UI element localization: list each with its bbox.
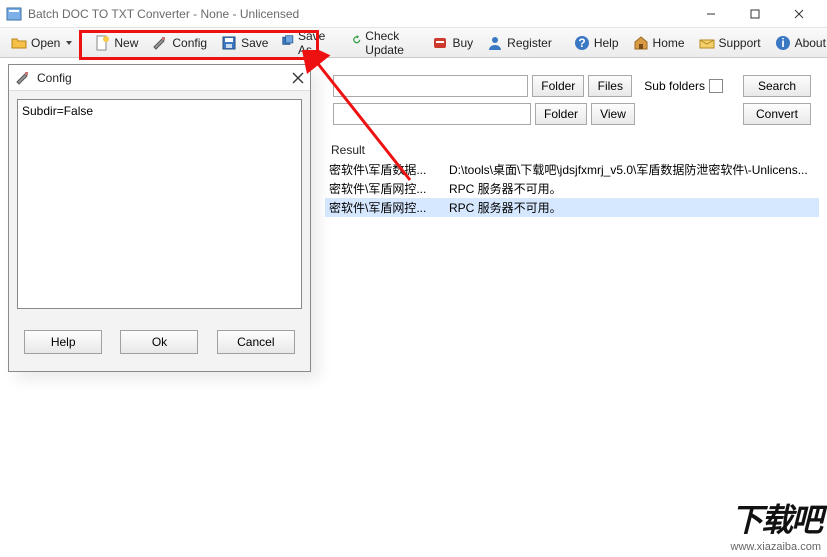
check-update-label: Check Update [365,29,410,57]
watermark: 下载吧 www.xiazaiba.com [731,495,821,553]
table-row[interactable]: 密软件\军盾网控... RPC 服务器不可用。 [325,198,819,217]
about-label: About [795,36,826,50]
subfolders-label: Sub folders [644,79,705,93]
dialog-buttons: Help Ok Cancel [9,320,310,364]
result-cell: RPC 服务器不可用。 [445,199,819,216]
result-cell: D:\tools\桌面\下载吧\jdsjfxmrj_v5.0\军盾数据防泄密软件… [445,161,819,178]
app-icon [6,6,22,22]
saveas-button[interactable]: Save As [275,31,336,55]
window-title: Batch DOC TO TXT Converter - None - Unli… [28,7,689,21]
maximize-button[interactable] [733,0,777,28]
refresh-icon [352,35,362,51]
target-input[interactable] [333,103,531,125]
help-icon: ? [574,35,590,51]
folder-button[interactable]: Folder [532,75,584,97]
subfolders-checkbox[interactable] [709,79,723,93]
svg-text:?: ? [578,36,585,50]
minimize-button[interactable] [689,0,733,28]
support-icon [699,35,715,51]
chevron-down-icon [66,41,72,45]
results-header: Result [325,140,819,160]
results-panel: Result 密软件\军盾数据... D:\tools\桌面\下载吧\jdsjf… [325,140,819,217]
source-input[interactable] [333,75,528,97]
new-label: New [114,36,138,50]
about-button[interactable]: i About [768,31,827,55]
support-label: Support [719,36,761,50]
config-dialog: Config Help Ok Cancel [8,64,311,372]
watermark-logo: 下载吧 [731,495,821,541]
file-cell: 密软件\军盾网控... [325,180,445,197]
open-button[interactable]: Open [4,31,79,55]
register-label: Register [507,36,552,50]
file-cell: 密软件\军盾数据... [325,161,445,178]
config-label: Config [172,36,207,50]
close-icon[interactable] [292,72,304,84]
dialog-help-button[interactable]: Help [24,330,102,354]
save-icon [221,35,237,51]
user-icon [487,35,503,51]
help-button[interactable]: ? Help [567,31,626,55]
save-label: Save [241,36,268,50]
table-row[interactable]: 密软件\军盾数据... D:\tools\桌面\下载吧\jdsjfxmrj_v5… [325,160,819,179]
view-button[interactable]: View [591,103,635,125]
titlebar: Batch DOC TO TXT Converter - None - Unli… [0,0,827,28]
buy-icon [432,35,448,51]
window-controls [689,0,821,28]
check-update-button[interactable]: Check Update [345,31,418,55]
info-icon: i [775,35,791,51]
table-row[interactable]: 密软件\军盾网控... RPC 服务器不可用。 [325,179,819,198]
config-icon [15,70,31,86]
svg-text:i: i [781,36,784,50]
save-button[interactable]: Save [214,31,275,55]
folder-button-2[interactable]: Folder [535,103,587,125]
config-icon [152,35,168,51]
result-cell: RPC 服务器不可用。 [445,180,819,197]
source-row: Folder Files Sub folders Search [325,72,819,100]
convert-button[interactable]: Convert [743,103,811,125]
dialog-ok-button[interactable]: Ok [120,330,198,354]
watermark-url: www.xiazaiba.com [731,541,821,553]
target-row: Folder View Convert [325,100,819,128]
saveas-icon [282,35,294,51]
open-label: Open [31,36,60,50]
dialog-titlebar: Config [9,65,310,91]
file-cell: 密软件\军盾网控... [325,199,445,216]
dialog-cancel-button[interactable]: Cancel [217,330,295,354]
new-button[interactable]: New [87,31,145,55]
register-button[interactable]: Register [480,31,559,55]
files-button[interactable]: Files [588,75,632,97]
help-label: Help [594,36,619,50]
buy-button[interactable]: Buy [425,31,480,55]
dialog-body [9,91,310,320]
close-button[interactable] [777,0,821,28]
config-textarea[interactable] [17,99,302,309]
support-button[interactable]: Support [692,31,768,55]
home-button[interactable]: Home [626,31,692,55]
config-button[interactable]: Config [145,31,214,55]
toolbar: Open New Config Save Save As Check Updat… [0,28,827,58]
buy-label: Buy [452,36,473,50]
home-icon [633,35,649,51]
dialog-title: Config [37,71,292,85]
home-label: Home [653,36,685,50]
search-button[interactable]: Search [743,75,811,97]
folder-open-icon [11,35,27,51]
new-file-icon [94,35,110,51]
saveas-label: Save As [298,29,330,57]
